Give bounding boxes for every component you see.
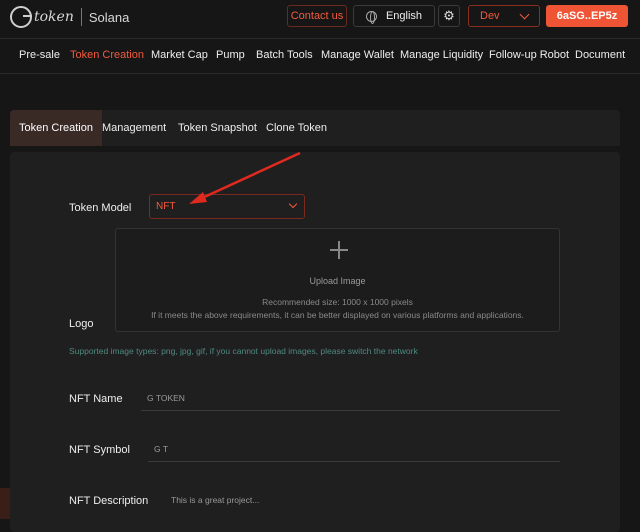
annotation-arrow-head: [189, 192, 207, 204]
annotation-arrow: [189, 151, 301, 204]
annotation-arrow-line: [199, 151, 301, 201]
